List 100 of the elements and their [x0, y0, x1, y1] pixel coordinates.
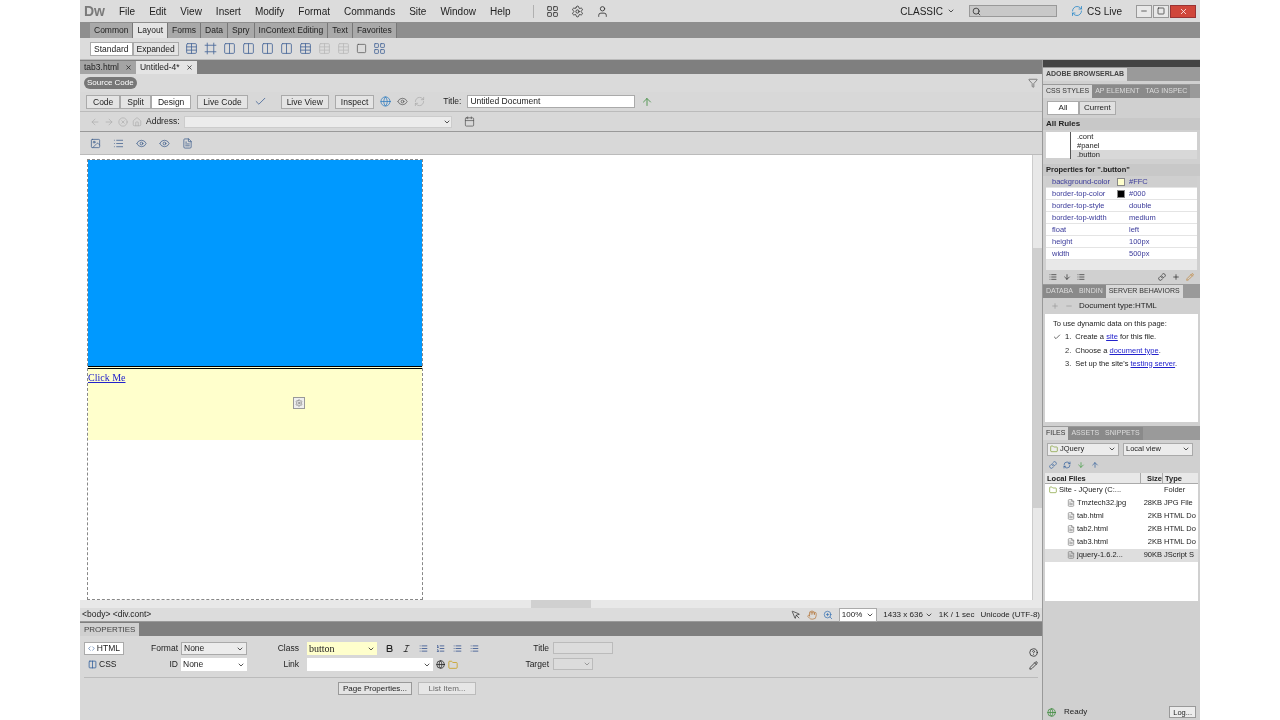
property-mode-button[interactable]: CSS — [84, 658, 124, 671]
eye-icon[interactable] — [136, 137, 147, 149]
div-icon[interactable] — [279, 42, 293, 55]
tag-selector[interactable]: <body> <div.cont> — [82, 608, 152, 621]
menu-item[interactable]: Window — [440, 3, 476, 19]
minimize-button[interactable] — [1136, 4, 1152, 18]
search-field[interactable] — [969, 5, 1057, 17]
page-properties-button[interactable]: Page Properties... — [338, 682, 413, 695]
frames-icon[interactable] — [372, 42, 386, 55]
class-select[interactable]: button — [307, 642, 377, 655]
address-field[interactable] — [183, 115, 452, 128]
check-icon[interactable] — [253, 95, 267, 108]
menu-item[interactable]: Modify — [254, 3, 285, 19]
document-tab[interactable]: tab3.html — [80, 61, 136, 74]
cs-live-label[interactable]: CS Live — [1087, 3, 1122, 19]
menu-item[interactable]: Edit — [149, 3, 167, 19]
div-icon[interactable] — [260, 42, 274, 55]
title-field[interactable] — [553, 642, 613, 655]
insert-tab[interactable]: Forms — [168, 23, 202, 38]
filter-icon[interactable] — [1028, 78, 1038, 88]
view-button[interactable]: Design — [150, 94, 192, 109]
menu-item[interactable]: Format — [298, 3, 330, 19]
sort-icon[interactable] — [1063, 273, 1071, 281]
link-label: Link — [282, 658, 299, 671]
close-icon[interactable] — [124, 64, 132, 71]
menu-item[interactable]: Commands — [344, 3, 396, 19]
title-field[interactable]: Untitled Document — [467, 95, 636, 108]
new-rule-icon[interactable] — [1172, 273, 1180, 281]
mode-button[interactable]: Standard — [90, 41, 133, 56]
layout-icon[interactable] — [545, 4, 559, 18]
section-header: All Rules — [1043, 118, 1200, 130]
div-icon[interactable] — [241, 42, 255, 55]
live-code-button[interactable]: Live Code — [197, 94, 248, 109]
live-view-button[interactable]: Live View — [280, 94, 329, 109]
cs-live-icon[interactable] — [1071, 5, 1083, 17]
source-code-tag[interactable]: Source Code — [84, 77, 137, 89]
insert-tab[interactable]: Spry — [228, 23, 255, 38]
inspect-button[interactable]: Inspect — [334, 94, 375, 109]
menu-item[interactable]: Site — [409, 3, 427, 19]
edit-icon[interactable] — [1186, 273, 1194, 281]
zoom-icon[interactable] — [822, 609, 833, 620]
click-me-link[interactable]: Click Me — [88, 372, 126, 383]
insert-tab[interactable]: Layout — [133, 23, 168, 38]
insert-tab[interactable]: Common — [90, 23, 134, 38]
menu-item[interactable]: Insert — [215, 3, 241, 19]
css-mode-button[interactable]: All — [1047, 101, 1079, 115]
list-item-button[interactable]: List Item... — [418, 682, 477, 695]
window-size[interactable]: 1433 x 636 — [883, 608, 933, 621]
get-icon[interactable] — [1077, 460, 1085, 469]
close-button[interactable] — [1170, 4, 1196, 18]
caret-icon — [947, 7, 955, 15]
list-icon[interactable] — [113, 137, 124, 149]
attach-icon[interactable] — [1158, 273, 1166, 281]
help-icon[interactable] — [1029, 648, 1038, 657]
user-icon[interactable] — [595, 4, 609, 18]
document-tab[interactable]: Untitled-4* — [135, 61, 197, 74]
insert-tab[interactable]: Favorites — [352, 23, 397, 38]
link-field[interactable] — [307, 658, 433, 671]
table-icon[interactable] — [298, 42, 312, 55]
bold-icon[interactable] — [385, 644, 394, 653]
connect-icon[interactable] — [1049, 460, 1057, 469]
css-mode-button[interactable]: Current — [1079, 101, 1116, 115]
numbered-list-icon[interactable] — [436, 644, 445, 653]
refresh-icon[interactable] — [1063, 460, 1071, 469]
pointer-icon[interactable] — [790, 609, 801, 620]
menu-item[interactable]: Help — [489, 3, 511, 19]
caret-icon — [1108, 445, 1116, 453]
menu-item[interactable]: View — [180, 3, 202, 19]
hand-icon[interactable] — [806, 609, 817, 620]
workspace-switcher[interactable]: CLASSIC — [900, 3, 955, 19]
menu-item[interactable]: File — [119, 3, 136, 19]
table-icon[interactable] — [184, 42, 198, 55]
edit-icon[interactable] — [1029, 661, 1038, 670]
insert-tab[interactable]: InContext Editing — [254, 23, 329, 38]
restore-button[interactable] — [1153, 4, 1169, 18]
div-icon[interactable] — [222, 42, 236, 55]
bullet-list-icon[interactable] — [419, 644, 428, 653]
close-icon — [1178, 6, 1188, 16]
view-button[interactable]: Split — [120, 94, 151, 109]
settings-icon[interactable] — [570, 4, 584, 18]
vertical-scrollbar[interactable] — [1032, 155, 1042, 600]
color-swatch[interactable] — [1117, 189, 1125, 198]
document-icon[interactable] — [182, 137, 193, 149]
eye-icon[interactable] — [397, 96, 409, 107]
view-button[interactable]: Code — [86, 94, 121, 109]
properties-tab[interactable]: PROPERTIES — [80, 623, 140, 636]
insert-tab[interactable]: Data — [201, 23, 229, 38]
property-mode-button[interactable]: HTML — [84, 642, 124, 655]
insert-tab[interactable]: Text — [328, 23, 353, 38]
italic-icon[interactable] — [402, 644, 411, 653]
eye-icon[interactable] — [159, 137, 170, 149]
horizontal-scrollbar[interactable] — [80, 600, 1042, 608]
globe-icon[interactable] — [380, 96, 392, 107]
put-icon[interactable] — [1091, 460, 1099, 469]
format-select[interactable]: None — [181, 642, 247, 655]
mode-button[interactable]: Expanded — [132, 41, 179, 56]
id-select[interactable]: None — [181, 658, 247, 671]
close-icon[interactable] — [185, 64, 193, 71]
horizontal-scrollbar[interactable] — [1046, 260, 1197, 270]
color-swatch[interactable] — [1117, 177, 1125, 186]
